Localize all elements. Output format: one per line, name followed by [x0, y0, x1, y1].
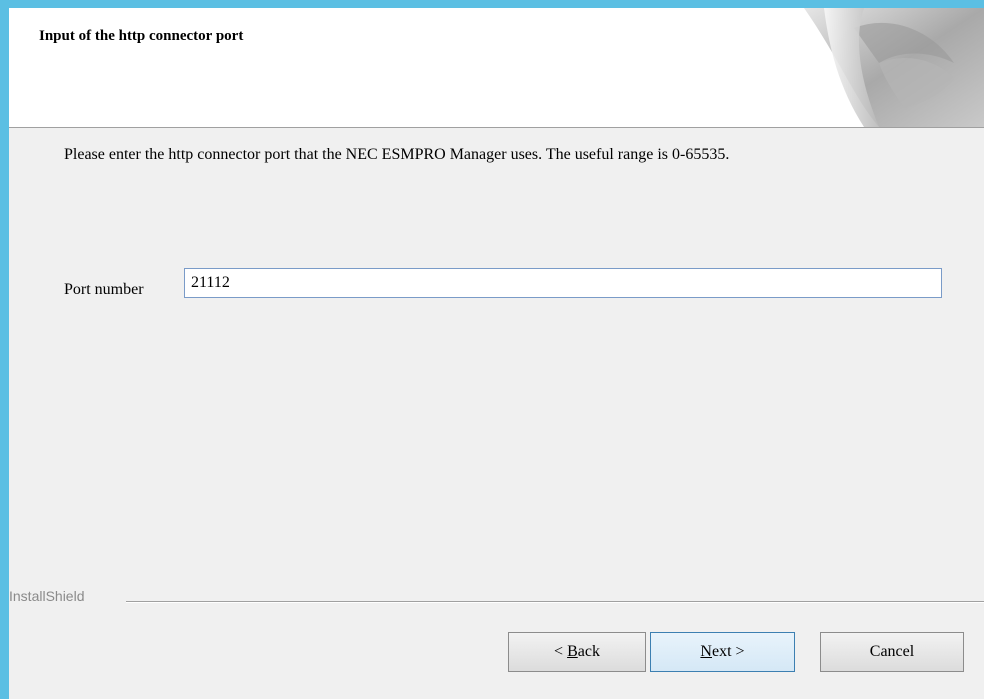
port-number-input[interactable] [184, 268, 942, 298]
cancel-button[interactable]: Cancel [820, 632, 964, 672]
next-button[interactable]: Next > [650, 632, 795, 672]
page-curl-graphic [804, 8, 984, 127]
back-rest: ack [577, 643, 600, 660]
back-button[interactable]: < Back [508, 632, 646, 672]
installshield-label: InstallShield [9, 588, 85, 604]
dialog-body: Please enter the http connector port tha… [9, 128, 984, 699]
footer-divider [126, 601, 984, 603]
next-rest: ext > [711, 643, 745, 660]
window-frame-left [0, 0, 9, 699]
dialog-header: Input of the http connector port [9, 8, 984, 128]
instruction-text: Please enter the http connector port tha… [64, 146, 730, 163]
next-mnemonic: N [700, 643, 712, 660]
header-title: Input of the http connector port [39, 28, 244, 44]
back-prefix: < [554, 643, 568, 660]
port-number-label: Port number [64, 281, 144, 298]
window-frame-top [0, 0, 984, 8]
back-mnemonic: B [567, 643, 578, 660]
